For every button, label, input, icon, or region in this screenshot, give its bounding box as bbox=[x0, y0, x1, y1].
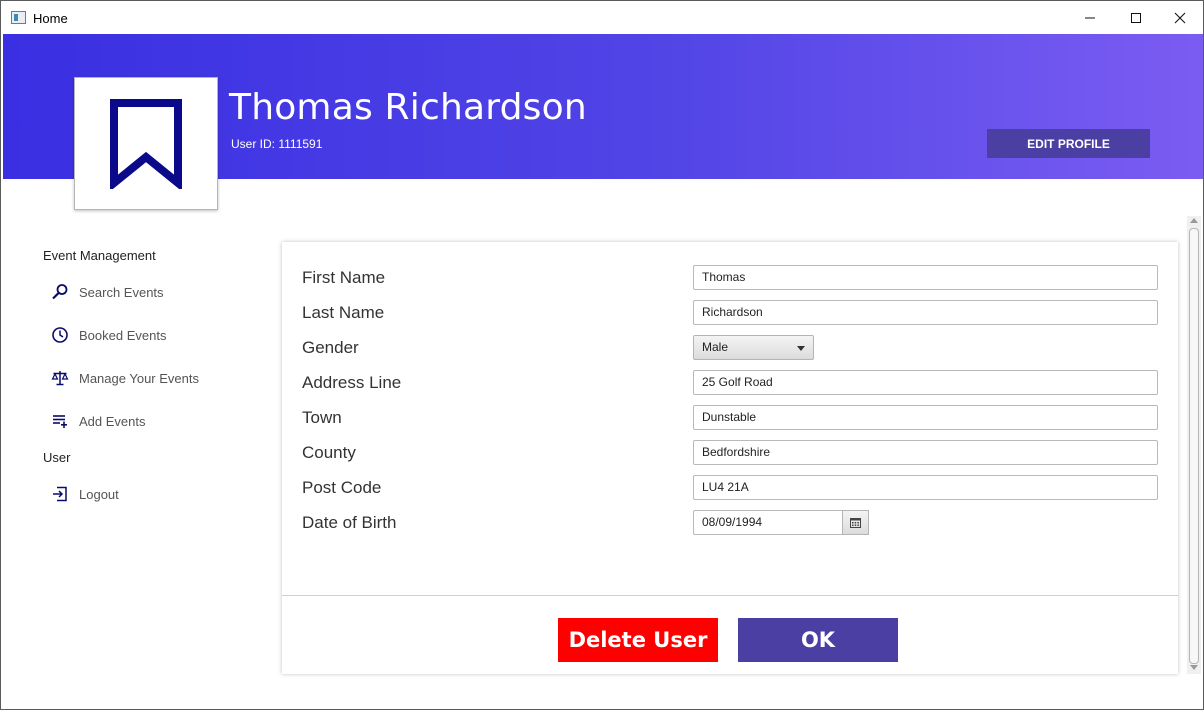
gender-label: Gender bbox=[302, 338, 359, 357]
county-label: County bbox=[302, 443, 356, 462]
sidebar-item-search-events[interactable]: Search Events bbox=[51, 281, 164, 303]
address-line-field[interactable]: 25 Golf Road bbox=[693, 370, 1158, 395]
gender-select-value: Male bbox=[702, 340, 729, 354]
event-management-heading: Event Management bbox=[43, 248, 156, 263]
last-name-field[interactable]: Richardson bbox=[693, 300, 1158, 325]
sidebar-item-add-events[interactable]: Add Events bbox=[51, 410, 146, 432]
delete-user-button[interactable]: Delete User bbox=[558, 618, 718, 662]
town-field[interactable]: Dunstable bbox=[693, 405, 1158, 430]
date-of-birth-field[interactable]: 08/09/1994 bbox=[693, 510, 843, 535]
window-title: Home bbox=[33, 11, 68, 26]
close-button[interactable] bbox=[1157, 1, 1203, 34]
post-code-field[interactable]: LU4 21A bbox=[693, 475, 1158, 500]
minimize-button[interactable] bbox=[1067, 1, 1113, 34]
sidebar-item-logout[interactable]: Logout bbox=[51, 483, 119, 505]
date-of-birth-label: Date of Birth bbox=[302, 513, 397, 532]
app-window: Home Thomas Richardson User ID: 1111591 … bbox=[0, 0, 1204, 710]
user-id: User ID: 1111591 bbox=[231, 137, 323, 151]
clock-icon bbox=[52, 327, 68, 343]
sidebar-item-label: Logout bbox=[79, 486, 119, 502]
edit-profile-button[interactable]: EDIT PROFILE bbox=[987, 129, 1150, 158]
user-heading: User bbox=[43, 450, 71, 465]
county-field[interactable]: Bedfordshire bbox=[693, 440, 1158, 465]
calendar-icon bbox=[850, 517, 861, 528]
first-name-label: First Name bbox=[302, 268, 386, 287]
post-code-label: Post Code bbox=[302, 478, 382, 497]
profile-form-card: First Name Thomas Last Name Richardson G… bbox=[282, 242, 1178, 674]
sidebar-item-label: Search Events bbox=[79, 284, 164, 300]
logout-icon bbox=[53, 486, 67, 502]
maximize-button[interactable] bbox=[1113, 1, 1159, 34]
search-icon bbox=[52, 284, 68, 300]
form-divider bbox=[282, 595, 1178, 596]
chevron-down-icon bbox=[797, 346, 805, 351]
title-bar: Home bbox=[1, 1, 1203, 34]
app-window-icon bbox=[11, 11, 26, 24]
vertical-scrollbar[interactable] bbox=[1187, 216, 1201, 674]
scroll-down-arrow-icon[interactable] bbox=[1190, 665, 1198, 670]
profile-name: Thomas Richardson bbox=[229, 87, 587, 128]
maximize-icon bbox=[1131, 12, 1141, 23]
sidebar-item-label: Manage Your Events bbox=[79, 370, 199, 386]
gender-select[interactable]: Male bbox=[693, 335, 814, 360]
date-picker-button[interactable] bbox=[842, 510, 869, 535]
add-list-icon bbox=[53, 415, 67, 428]
town-label: Town bbox=[302, 408, 342, 427]
sidebar-item-booked-events[interactable]: Booked Events bbox=[51, 324, 166, 346]
ok-button[interactable]: OK bbox=[738, 618, 898, 662]
scrollbar-thumb[interactable] bbox=[1189, 228, 1199, 664]
last-name-label: Last Name bbox=[302, 303, 385, 322]
minimize-icon bbox=[1085, 17, 1095, 18]
first-name-field[interactable]: Thomas bbox=[693, 265, 1158, 290]
sidebar-item-manage-your-events[interactable]: Manage Your Events bbox=[51, 367, 199, 389]
sidebar-item-label: Add Events bbox=[79, 413, 146, 429]
scroll-up-arrow-icon[interactable] bbox=[1190, 218, 1198, 223]
sidebar-item-label: Booked Events bbox=[79, 327, 167, 343]
scales-icon bbox=[51, 371, 69, 386]
close-icon bbox=[1174, 12, 1186, 23]
avatar bbox=[74, 77, 218, 210]
address-line-label: Address Line bbox=[302, 373, 402, 392]
bookmark-icon bbox=[110, 98, 182, 189]
